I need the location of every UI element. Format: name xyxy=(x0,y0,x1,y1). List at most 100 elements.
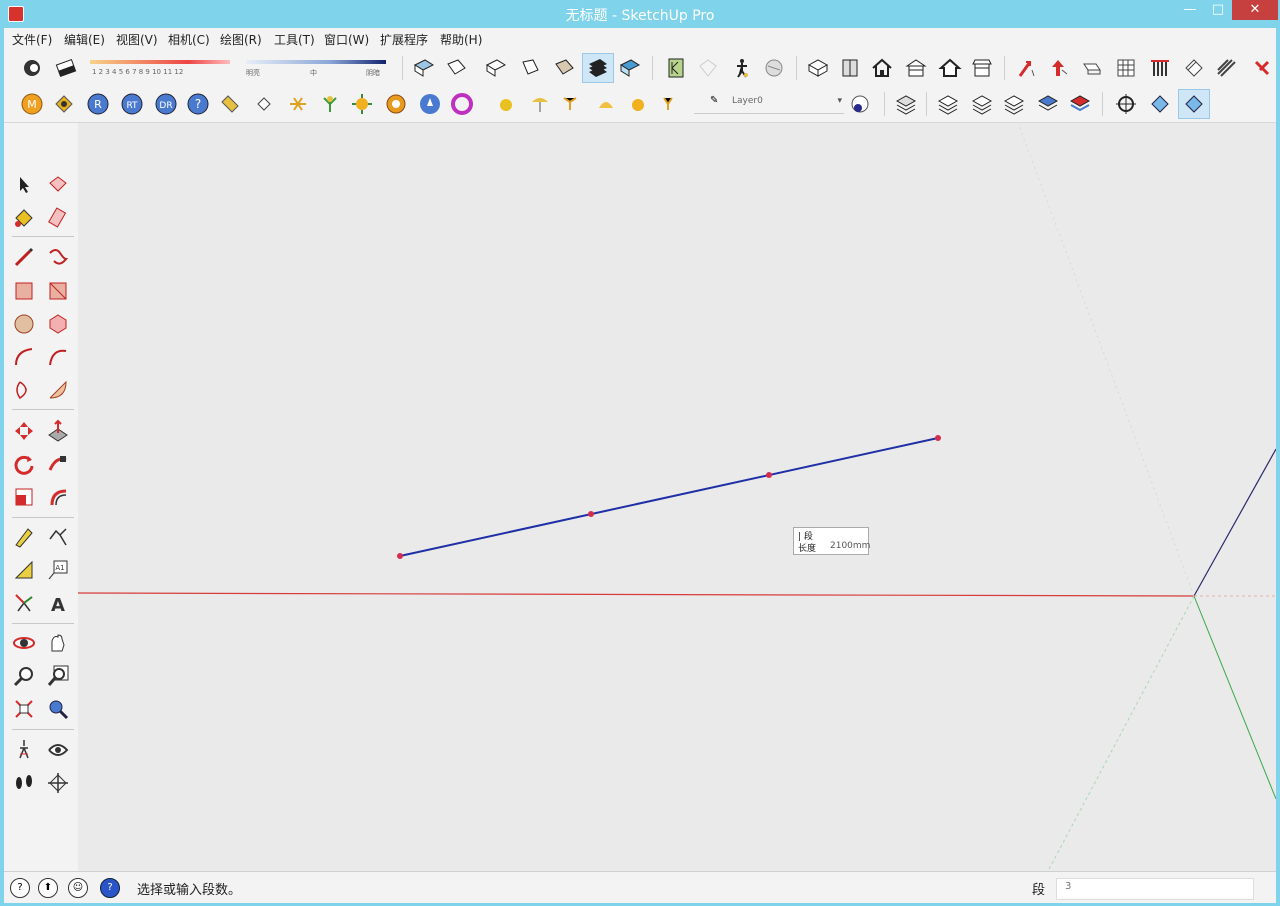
top-view-icon[interactable] xyxy=(444,56,468,80)
box-lid-icon[interactable] xyxy=(970,56,994,80)
plugin-r-icon[interactable]: R xyxy=(86,92,110,116)
pencil-icon[interactable] xyxy=(12,245,36,269)
eraser-tool-icon[interactable] xyxy=(46,206,70,230)
menu-window[interactable]: 窗口(W) xyxy=(324,31,369,48)
layer-delete-icon[interactable] xyxy=(1036,92,1060,116)
shadow-icon[interactable] xyxy=(664,56,688,80)
brush-icon[interactable] xyxy=(1252,56,1276,80)
menu-file[interactable]: 文件(F) xyxy=(12,31,52,48)
menu-camera[interactable]: 相机(C) xyxy=(168,31,210,48)
sun-icon[interactable] xyxy=(350,92,374,116)
push-pull-icon[interactable] xyxy=(46,419,70,443)
tag-icon[interactable] xyxy=(218,92,242,116)
house-outline-icon[interactable] xyxy=(904,56,928,80)
house-icon[interactable] xyxy=(838,56,862,80)
freehand-icon[interactable] xyxy=(46,245,70,269)
front-view-icon[interactable] xyxy=(484,56,508,80)
move-icon[interactable] xyxy=(12,419,36,443)
diamond-icon[interactable] xyxy=(252,92,276,116)
menu-view[interactable]: 视图(V) xyxy=(116,31,158,48)
two-point-arc-icon[interactable] xyxy=(46,345,70,369)
left-view-button[interactable] xyxy=(582,53,614,83)
pin-small-icon[interactable] xyxy=(656,92,680,116)
offset-icon[interactable] xyxy=(46,485,70,509)
geo-icon[interactable]: ⬆ xyxy=(38,878,58,898)
house-tool-icon[interactable] xyxy=(870,56,894,80)
walk-tool-icon[interactable] xyxy=(12,771,36,795)
division-point-2[interactable] xyxy=(766,472,772,478)
position-camera-icon[interactable] xyxy=(12,738,36,762)
warehouse-icon[interactable] xyxy=(730,56,754,80)
scale-icon[interactable] xyxy=(12,485,36,509)
menu-help[interactable]: 帮助(H) xyxy=(440,31,482,48)
paint-bucket-icon[interactable] xyxy=(12,206,36,230)
menu-edit[interactable]: 编辑(E) xyxy=(64,31,105,48)
component-icon[interactable] xyxy=(762,56,786,80)
make-component-icon[interactable] xyxy=(46,173,70,197)
tape-measure-icon[interactable] xyxy=(12,525,36,549)
3d-text-icon[interactable]: A xyxy=(46,591,70,615)
plugin-dr-icon[interactable]: DR xyxy=(154,92,178,116)
menu-draw[interactable]: 绘图(R) xyxy=(220,31,262,48)
dome-icon[interactable] xyxy=(594,92,618,116)
rail-icon[interactable] xyxy=(1182,56,1206,80)
up-arrow-icon[interactable] xyxy=(1046,56,1070,80)
layer-add-icon[interactable] xyxy=(1002,92,1026,116)
measurements-input[interactable]: 3 xyxy=(1056,878,1254,900)
arrow-tool-icon[interactable] xyxy=(1014,56,1038,80)
help-icon[interactable]: ? xyxy=(186,92,210,116)
circle-icon[interactable] xyxy=(450,92,474,116)
wall-icon[interactable] xyxy=(1080,56,1104,80)
house-roof-icon[interactable] xyxy=(938,56,962,80)
zoom-icon[interactable] xyxy=(12,664,36,688)
arc-icon[interactable] xyxy=(12,345,36,369)
endpoint-end[interactable] xyxy=(935,435,941,441)
look-around-icon[interactable] xyxy=(46,738,70,762)
plugin-s-icon[interactable] xyxy=(52,92,76,116)
protractor-icon[interactable] xyxy=(12,558,36,582)
pan-icon[interactable] xyxy=(46,631,70,655)
close-button[interactable]: ✕ xyxy=(1232,0,1278,20)
menu-extensions[interactable]: 扩展程序 xyxy=(380,31,428,48)
layer-dropdown[interactable]: ✎ Layer0 ▾ xyxy=(694,93,844,114)
umbrella-icon[interactable] xyxy=(528,92,552,116)
layer-color-icon[interactable] xyxy=(1068,92,1092,116)
person-icon[interactable] xyxy=(696,56,720,80)
minimize-button[interactable]: — xyxy=(1176,0,1204,20)
info-icon[interactable]: ? xyxy=(10,878,30,898)
zoom-window-icon[interactable] xyxy=(46,664,70,688)
box-icon[interactable] xyxy=(806,56,830,80)
iso-view-icon[interactable] xyxy=(412,56,436,80)
three-point-arc-icon[interactable] xyxy=(12,378,36,402)
dimension-icon[interactable] xyxy=(46,525,70,549)
ring-icon[interactable] xyxy=(384,92,408,116)
orbit-icon[interactable] xyxy=(1114,92,1138,116)
back-view-icon[interactable] xyxy=(552,56,576,80)
follow-me-icon[interactable] xyxy=(46,452,70,476)
walk-button[interactable] xyxy=(1178,89,1210,119)
menu-tools[interactable]: 工具(T) xyxy=(274,31,315,48)
layer-prev-icon[interactable] xyxy=(936,92,960,116)
xray-icon[interactable] xyxy=(20,56,44,80)
pin-icon[interactable] xyxy=(558,92,582,116)
polygon-icon[interactable] xyxy=(46,312,70,336)
layer-next-icon[interactable] xyxy=(970,92,994,116)
credits-icon[interactable]: ☺ xyxy=(68,878,88,898)
stair-icon[interactable] xyxy=(1148,56,1172,80)
previous-view-icon[interactable] xyxy=(46,697,70,721)
pie-icon[interactable] xyxy=(46,378,70,402)
maximize-button[interactable]: □ xyxy=(1204,0,1232,20)
text-tool-icon[interactable]: A1 xyxy=(46,558,70,582)
orbit-tool-icon[interactable] xyxy=(12,631,36,655)
division-point-1[interactable] xyxy=(588,511,594,517)
grid-icon[interactable] xyxy=(1114,56,1138,80)
rectangle-icon[interactable] xyxy=(12,279,36,303)
layers-icon[interactable] xyxy=(894,92,918,116)
section-plane-icon[interactable] xyxy=(46,771,70,795)
drop-icon[interactable] xyxy=(418,92,442,116)
rotate-icon[interactable] xyxy=(12,452,36,476)
circle-tool-icon[interactable] xyxy=(12,312,36,336)
plant-icon[interactable] xyxy=(318,92,342,116)
section-icon[interactable] xyxy=(618,56,642,80)
zoom-extents-icon[interactable] xyxy=(12,697,36,721)
